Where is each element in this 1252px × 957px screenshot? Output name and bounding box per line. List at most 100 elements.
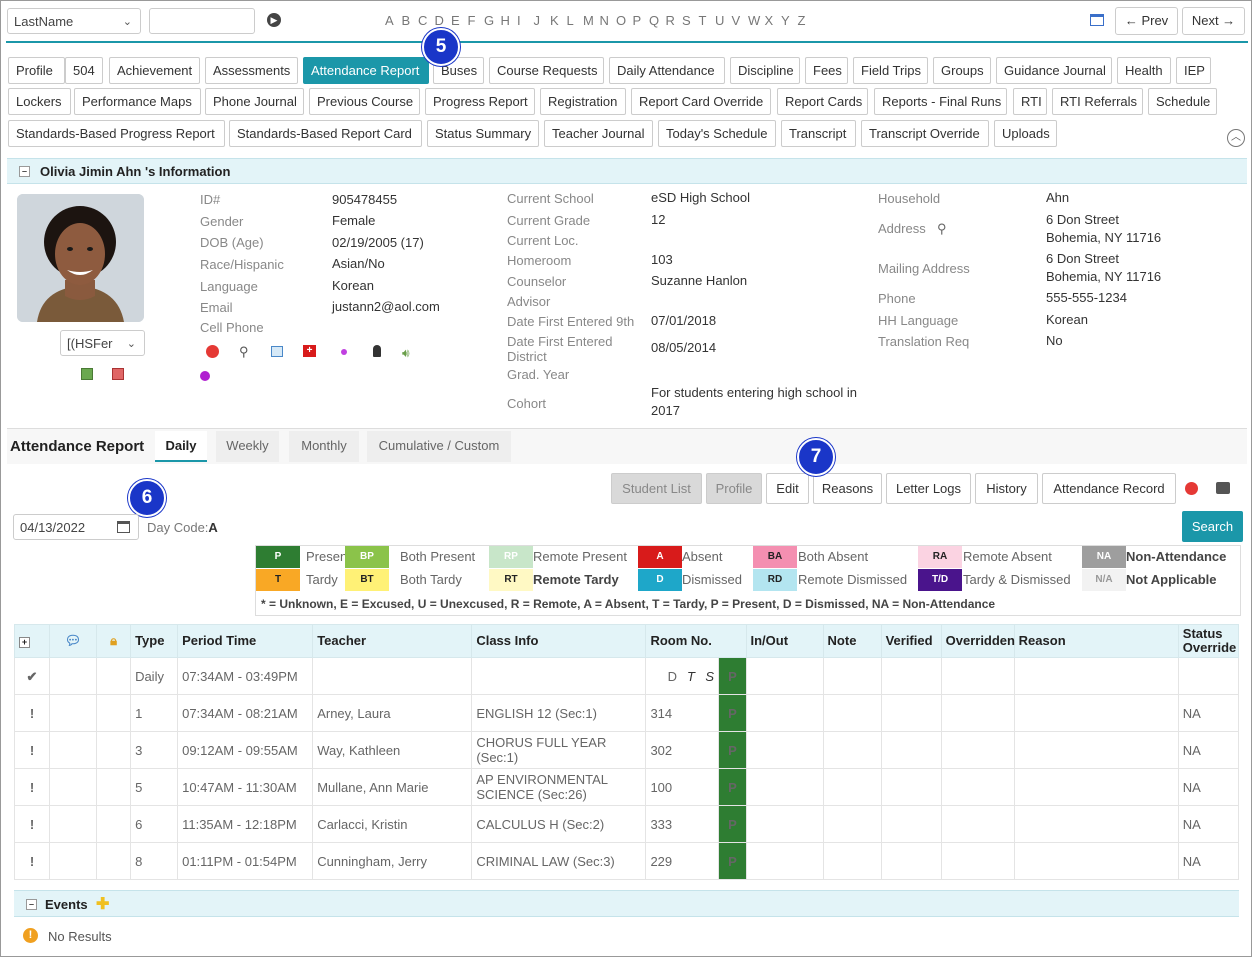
- row-class[interactable]: CHORUS FULL YEAR (Sec:1): [471, 731, 647, 769]
- collapse-tabs-icon[interactable]: ︿: [1227, 129, 1245, 147]
- search-input[interactable]: [149, 8, 255, 34]
- alpha-letter-o[interactable]: O: [616, 13, 633, 28]
- alpha-letter-f[interactable]: F: [468, 13, 485, 28]
- alpha-letter-s[interactable]: S: [682, 13, 699, 28]
- tab-lockers[interactable]: Lockers: [8, 88, 71, 115]
- person-icon[interactable]: [373, 345, 381, 357]
- tab-reports-final-runs[interactable]: Reports - Final Runs: [874, 88, 1007, 115]
- alpha-letter-a[interactable]: A: [385, 13, 402, 28]
- medical-icon[interactable]: +: [303, 345, 316, 357]
- collapse-icon[interactable]: –: [26, 899, 37, 910]
- tab-rti[interactable]: RTI: [1013, 88, 1047, 115]
- alpha-letter-w[interactable]: W: [748, 13, 765, 28]
- tab-report-card-override[interactable]: Report Card Override: [631, 88, 771, 115]
- tab-field-trips[interactable]: Field Trips: [853, 57, 928, 84]
- tab-report-cards[interactable]: Report Cards: [777, 88, 868, 115]
- alpha-letter-k[interactable]: K: [550, 13, 567, 28]
- tab-teacher-journal[interactable]: Teacher Journal: [544, 120, 653, 147]
- tab-progress-report[interactable]: Progress Report: [425, 88, 535, 115]
- tab-status-summary[interactable]: Status Summary: [427, 120, 539, 147]
- tab-504[interactable]: 504: [65, 57, 103, 84]
- search-go-icon[interactable]: ▶: [267, 13, 281, 27]
- tab-performance-maps[interactable]: Performance Maps: [74, 88, 201, 115]
- alpha-letter-n[interactable]: N: [600, 13, 617, 28]
- student-list-button[interactable]: Student List: [611, 473, 702, 504]
- col-verified[interactable]: Verified: [880, 624, 942, 658]
- tab-uploads[interactable]: Uploads: [994, 120, 1057, 147]
- alpha-letter-h[interactable]: H: [501, 13, 518, 28]
- alpha-letter-u[interactable]: U: [715, 13, 732, 28]
- col-reason[interactable]: Reason: [1013, 624, 1179, 658]
- alpha-letter-c[interactable]: C: [418, 13, 435, 28]
- expand-all-header[interactable]: +: [13, 624, 51, 658]
- alpha-letter-e[interactable]: E: [451, 13, 468, 28]
- tab-groups[interactable]: Groups: [933, 57, 991, 84]
- status-cell[interactable]: P: [718, 805, 747, 843]
- row-class[interactable]: AP ENVIRONMENTAL SCIENCE (Sec:26): [471, 768, 647, 806]
- tab-schedule[interactable]: Schedule: [1148, 88, 1217, 115]
- table-row[interactable]: ! 5 10:47AM - 11:30AM Mullane, Ann Marie AP …: [13, 768, 1240, 806]
- tab-phone-journal[interactable]: Phone Journal: [205, 88, 304, 115]
- alpha-letter-y[interactable]: Y: [781, 13, 798, 28]
- alpha-letter-t[interactable]: T: [699, 13, 716, 28]
- col-status-override[interactable]: Status Override: [1177, 624, 1240, 658]
- alpha-letter-r[interactable]: R: [666, 13, 683, 28]
- tab-rti-referrals[interactable]: RTI Referrals: [1052, 88, 1143, 115]
- tab-iep[interactable]: IEP: [1176, 57, 1211, 84]
- col-class-info[interactable]: Class Info: [471, 624, 647, 658]
- alpha-letter-z[interactable]: Z: [798, 13, 815, 28]
- table-row[interactable]: ! 3 09:12AM - 09:55AM Way, Kathleen CHORUS F…: [13, 731, 1240, 769]
- col-overridden[interactable]: Overridden: [940, 624, 1015, 658]
- alpha-letter-d[interactable]: D: [435, 13, 452, 28]
- prev-button[interactable]: ← Prev: [1115, 7, 1178, 35]
- row-class[interactable]: CALCULUS H (Sec:2): [471, 805, 647, 843]
- add-event-icon[interactable]: ✚: [96, 894, 109, 914]
- tab-achievement[interactable]: Achievement: [109, 57, 200, 84]
- search-button[interactable]: Search: [1182, 511, 1243, 542]
- tab-guidance-journal[interactable]: Guidance Journal: [996, 57, 1112, 84]
- window-icon[interactable]: [1090, 14, 1104, 26]
- alert-icon[interactable]: [1185, 482, 1198, 495]
- row-class[interactable]: ENGLISH 12 (Sec:1): [471, 694, 647, 732]
- row-class[interactable]: CRIMINAL LAW (Sec:3): [471, 842, 647, 880]
- chart-icon[interactable]: [271, 346, 283, 357]
- search-field-select[interactable]: LastName ⌄: [7, 8, 141, 34]
- tab-monthly[interactable]: Monthly: [289, 431, 359, 462]
- tab-transcript-override[interactable]: Transcript Override: [861, 120, 989, 147]
- alpha-letter-g[interactable]: G: [484, 13, 501, 28]
- dot-large-icon[interactable]: [200, 371, 210, 381]
- add-photo-icon[interactable]: [81, 368, 93, 380]
- tab-standards-based-progress-report[interactable]: Standards-Based Progress Report: [8, 120, 225, 147]
- col-period-time[interactable]: Period Time: [177, 624, 314, 658]
- tab-daily-attendance[interactable]: Daily Attendance: [609, 57, 725, 84]
- next-button[interactable]: Next →: [1182, 7, 1245, 35]
- remove-photo-icon[interactable]: [112, 368, 124, 380]
- alpha-letter-m[interactable]: M: [583, 13, 600, 28]
- edit-button[interactable]: Edit: [766, 473, 809, 504]
- tab-fees[interactable]: Fees: [805, 57, 848, 84]
- table-row[interactable]: ! 8 01:11PM - 01:54PM Cunningham, Jerry CRIM…: [13, 842, 1240, 880]
- calendar-select[interactable]: [(HSFer ⌄: [60, 330, 145, 356]
- status-cell[interactable]: P: [718, 657, 747, 695]
- status-cell[interactable]: P: [718, 694, 747, 732]
- speaker-icon[interactable]: 🔊︎: [402, 346, 410, 361]
- date-input[interactable]: 04/13/2022: [13, 514, 139, 540]
- status-cell[interactable]: P: [718, 842, 747, 880]
- status-cell[interactable]: P: [718, 731, 747, 769]
- letter-logs-button[interactable]: Letter Logs: [886, 473, 971, 504]
- status-cell[interactable]: P: [718, 768, 747, 806]
- alert-icon[interactable]: [206, 345, 219, 358]
- alpha-letter-q[interactable]: Q: [649, 13, 666, 28]
- tab-transcript[interactable]: Transcript: [781, 120, 856, 147]
- map-pin-icon[interactable]: ⚲: [937, 221, 947, 237]
- tab-today-s-schedule[interactable]: Today's Schedule: [658, 120, 776, 147]
- tab-course-requests[interactable]: Course Requests: [489, 57, 604, 84]
- attendance-record-button[interactable]: Attendance Record: [1042, 473, 1176, 504]
- alpha-letter-b[interactable]: B: [402, 13, 419, 28]
- tab-standards-based-report-card[interactable]: Standards-Based Report Card: [229, 120, 422, 147]
- expand-icon[interactable]: +: [19, 637, 30, 648]
- alpha-letter-x[interactable]: X: [765, 13, 782, 28]
- tab-attendance-report[interactable]: Attendance Report: [303, 57, 429, 84]
- tab-profile[interactable]: Profile: [8, 57, 65, 84]
- profile-button[interactable]: Profile: [706, 473, 762, 504]
